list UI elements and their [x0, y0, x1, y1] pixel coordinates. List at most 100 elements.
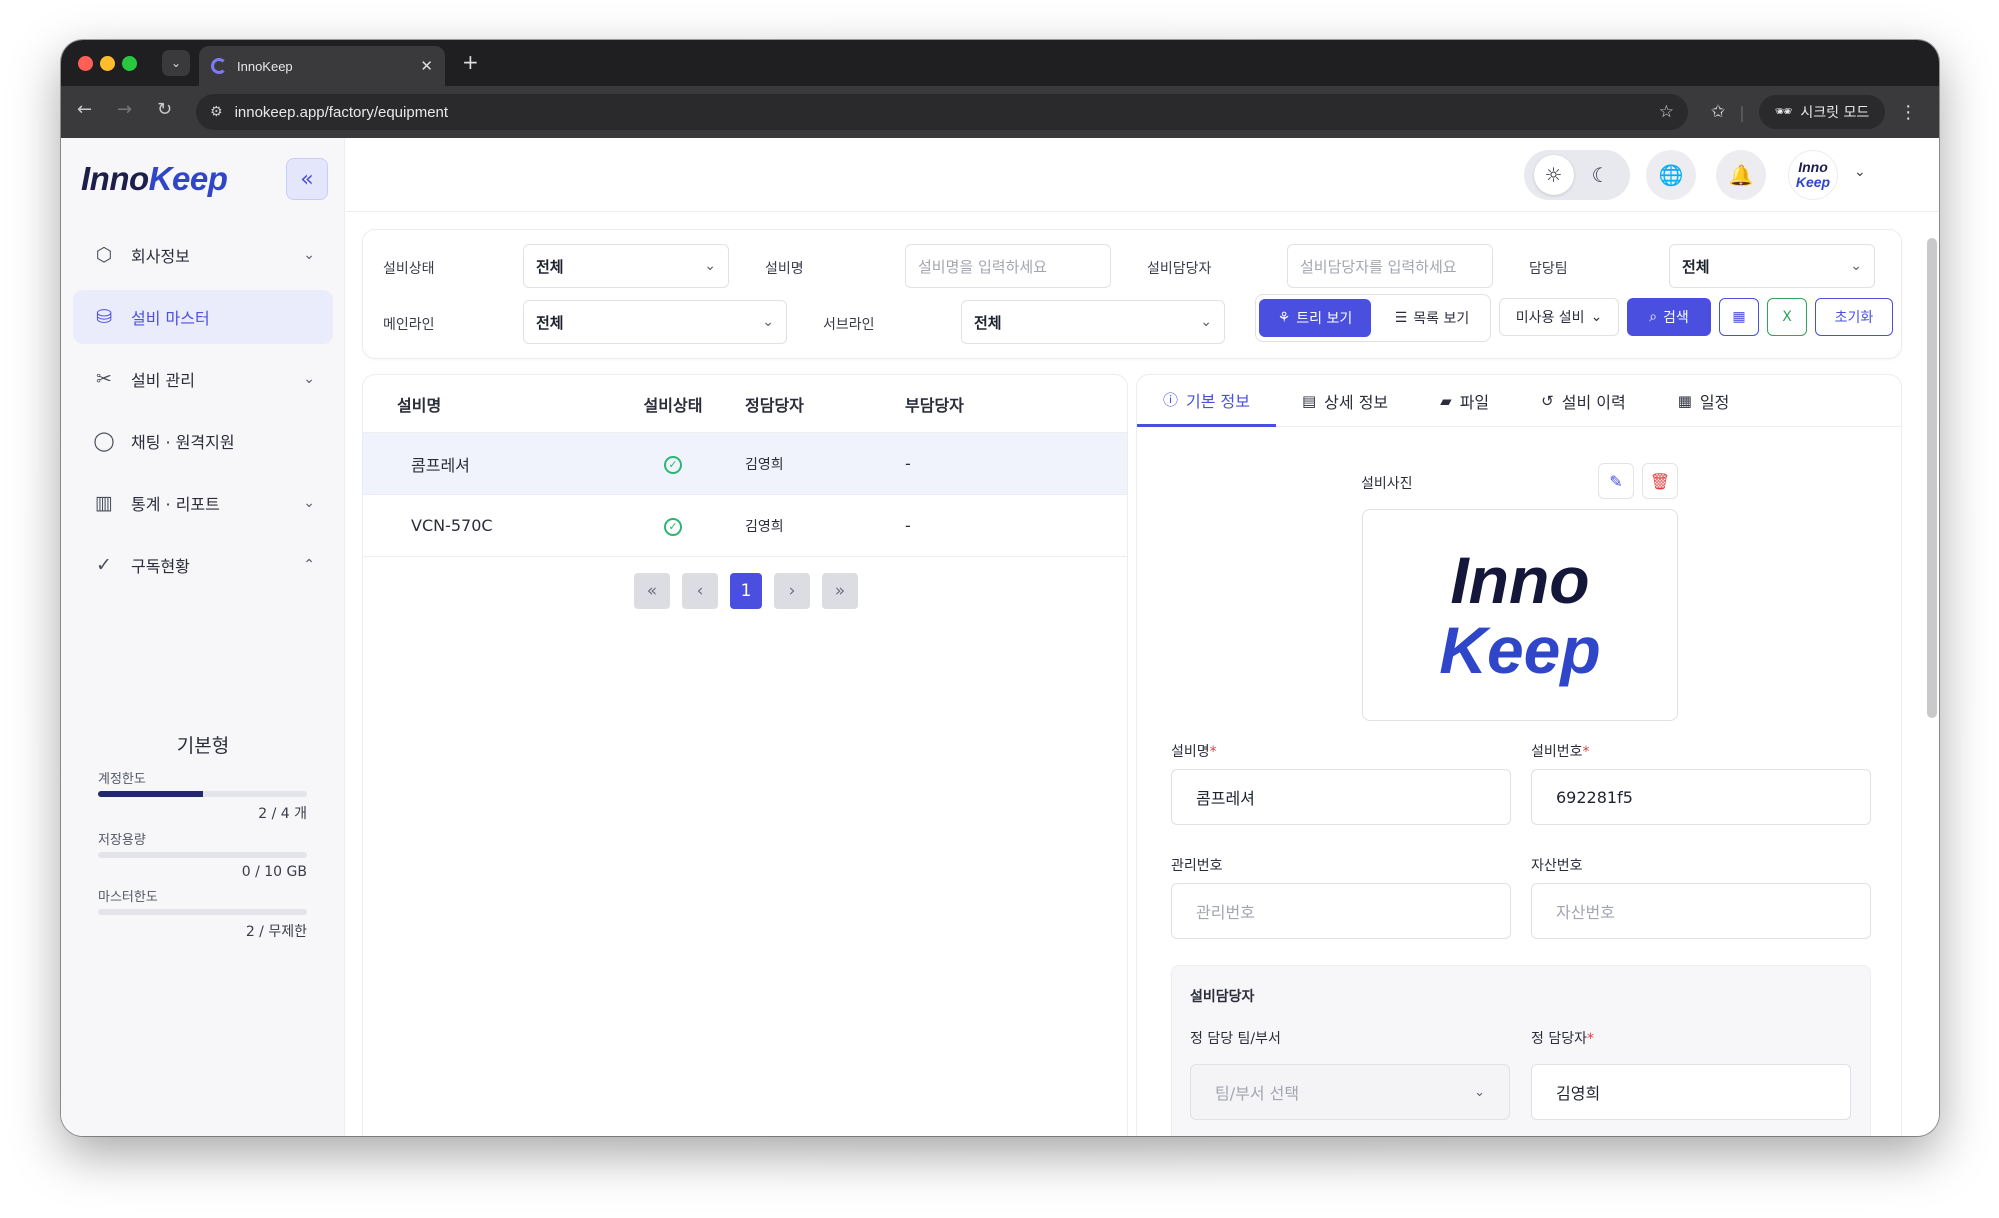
- mgmt-number-label: 관리번호: [1171, 858, 1223, 874]
- notification-bell-icon[interactable]: 🔔: [1716, 150, 1766, 200]
- sidebar-item-subscription[interactable]: ✓ 구독현황 ⌃: [73, 538, 333, 592]
- list-view-button[interactable]: ☰ 목록 보기: [1377, 299, 1487, 337]
- name-filter-label: 설비명: [765, 261, 804, 277]
- check-circle-icon: ✓: [96, 554, 112, 576]
- manager-name-input[interactable]: 설비담당자를 입력하세요: [1287, 244, 1493, 288]
- equipment-number-field[interactable]: 692281f5: [1531, 769, 1871, 825]
- plan-name: 기본형: [176, 735, 230, 757]
- team-select[interactable]: 전체 ⌄: [1669, 244, 1875, 288]
- quota-master: 마스터한도 2 / 무제한: [61, 886, 345, 941]
- column-header-primary[interactable]: 정담당자: [723, 392, 905, 416]
- subline-select[interactable]: 전체 ⌄: [961, 300, 1225, 344]
- reload-icon[interactable]: ↻: [157, 99, 172, 120]
- collapse-sidebar-button[interactable]: «: [286, 158, 328, 200]
- equipment-name-input[interactable]: 설비명을 입력하세요: [905, 244, 1111, 288]
- tab-files[interactable]: ▰ 파일: [1414, 375, 1515, 427]
- forward-icon[interactable]: →: [117, 99, 132, 120]
- new-tab-icon[interactable]: +: [462, 50, 479, 74]
- tools-icon: ✂: [96, 368, 112, 390]
- address-bar[interactable]: ⚙ innokeep.app/factory/equipment ☆: [196, 94, 1688, 130]
- tab-detail-info[interactable]: ▤ 상세 정보: [1276, 375, 1414, 427]
- trash-icon: 🗑: [1649, 471, 1671, 491]
- dark-mode-moon-icon[interactable]: ☾: [1581, 155, 1621, 195]
- maximize-window-button[interactable]: [122, 56, 137, 71]
- last-page-button[interactable]: »: [822, 573, 858, 609]
- incognito-icon: 🕶: [1774, 104, 1793, 120]
- prev-page-button[interactable]: ‹: [682, 573, 718, 609]
- quota-value: 0 / 10 GB: [241, 864, 307, 880]
- asset-number-field[interactable]: 자산번호: [1531, 883, 1871, 939]
- sidebar-item-company-info[interactable]: ⬡ 회사정보 ⌄: [73, 228, 333, 282]
- bookmarks-icon[interactable]: ✩: [1711, 102, 1725, 122]
- team-field-label: 정 담당 팀/부서: [1190, 1031, 1281, 1047]
- excel-export-button[interactable]: X: [1767, 298, 1807, 336]
- next-page-button[interactable]: ›: [774, 573, 810, 609]
- app-root: InnoKeep « ⬡ 회사정보 ⌄ ⛁ 설비 마스터 ✂ 설비 관리 ⌄ ◯…: [61, 138, 1939, 1136]
- team-department-select[interactable]: 팀/부서 선택 ⌄: [1190, 1064, 1510, 1120]
- primary-manager-field[interactable]: 김영희: [1531, 1064, 1851, 1120]
- table-row[interactable]: VCN-570C ✓ 김영희 -: [363, 495, 1127, 557]
- filter-panel: 설비상태 전체 ⌄ 설비명 설비명을 입력하세요 설비담당자 설비담당자를 입력하…: [363, 230, 1901, 358]
- cell-primary: 김영희: [745, 456, 784, 473]
- status-select[interactable]: 전체 ⌄: [523, 244, 729, 288]
- minimize-window-button[interactable]: [100, 56, 115, 71]
- chevron-down-icon: ⌄: [1590, 309, 1603, 325]
- search-icon: ⌕: [1649, 309, 1658, 325]
- browser-tab-active[interactable]: InnoKeep ✕: [199, 46, 445, 86]
- innokeep-logo[interactable]: InnoKeep: [81, 160, 228, 198]
- bar-chart-icon: ▥: [95, 492, 113, 514]
- edit-photo-button[interactable]: ✎: [1598, 463, 1634, 499]
- close-window-button[interactable]: [78, 56, 93, 71]
- quota-label: 마스터한도: [98, 890, 158, 905]
- sidebar-item-equipment-management[interactable]: ✂ 설비 관리 ⌄: [73, 352, 333, 406]
- sidebar-item-stats-report[interactable]: ▥ 통계 · 리포트 ⌄: [73, 476, 333, 530]
- search-button[interactable]: ⌕ 검색: [1627, 298, 1711, 336]
- quota-label: 계정한도: [98, 772, 146, 787]
- subline-filter-label: 서브라인: [823, 317, 875, 333]
- tree-view-button[interactable]: ⚘ 트리 보기: [1259, 299, 1371, 337]
- chevron-down-icon[interactable]: ⌄: [1854, 164, 1866, 180]
- back-icon[interactable]: ←: [77, 99, 92, 120]
- chevron-up-icon: ⌃: [303, 557, 315, 573]
- equipment-list: 설비명 설비상태 정담당자 부담당자 콤프레셔 ✓ 김영희 - VCN-570C…: [363, 375, 1127, 1136]
- equipment-name-field[interactable]: 콤프레셔: [1171, 769, 1511, 825]
- sidebar-item-label: 구독현황: [131, 557, 190, 576]
- mgmt-number-field[interactable]: 관리번호: [1171, 883, 1511, 939]
- tab-history[interactable]: ↺ 설비 이력: [1515, 375, 1652, 427]
- user-avatar[interactable]: Inno Keep: [1788, 150, 1838, 200]
- browser-menu-icon[interactable]: ⋮: [1899, 102, 1917, 123]
- close-tab-icon[interactable]: ✕: [420, 57, 433, 75]
- table-row[interactable]: 콤프레셔 ✓ 김영희 -: [363, 433, 1127, 495]
- delete-photo-button[interactable]: 🗑: [1642, 463, 1678, 499]
- mainline-select[interactable]: 전체 ⌄: [523, 300, 787, 344]
- language-globe-icon[interactable]: 🌐: [1646, 150, 1696, 200]
- tab-basic-info[interactable]: ⓘ 기본 정보: [1137, 375, 1276, 427]
- incognito-badge[interactable]: 🕶 시크릿 모드: [1758, 95, 1886, 129]
- page-scrollbar[interactable]: [1927, 238, 1937, 718]
- quota-value: 2 / 무제한: [245, 924, 307, 940]
- column-header-status[interactable]: 설비상태: [623, 392, 723, 416]
- incognito-label: 시크릿 모드: [1800, 105, 1870, 121]
- calendar-icon: ▦: [1677, 392, 1692, 410]
- site-settings-icon[interactable]: ⚙: [210, 104, 223, 120]
- cell-primary: 김영희: [745, 518, 784, 535]
- status-ok-check-icon: ✓: [664, 456, 682, 474]
- column-header-secondary[interactable]: 부담당자: [905, 392, 1127, 416]
- qr-code-icon: ▦: [1732, 309, 1746, 325]
- tab-schedule[interactable]: ▦ 일정: [1652, 375, 1756, 427]
- reset-button[interactable]: 초기화: [1815, 298, 1893, 336]
- tab-list-dropdown-icon[interactable]: ⌄: [162, 50, 190, 76]
- page-1-button[interactable]: 1: [730, 573, 762, 609]
- qr-code-button[interactable]: ▦: [1719, 298, 1759, 336]
- unused-equipment-dropdown[interactable]: 미사용 설비 ⌄: [1499, 298, 1619, 336]
- column-header-name[interactable]: 설비명: [363, 392, 623, 416]
- first-page-button[interactable]: «: [634, 573, 670, 609]
- quota-value: 2 / 4 개: [258, 806, 307, 822]
- sidebar-item-chat-support[interactable]: ◯ 채팅 · 원격지원: [73, 414, 333, 468]
- bookmark-star-icon[interactable]: ☆: [1659, 102, 1674, 122]
- chevron-down-icon: ⌄: [303, 371, 315, 387]
- sidebar-item-equipment-master[interactable]: ⛁ 설비 마스터: [73, 290, 333, 344]
- browser-tab-title: InnoKeep: [237, 58, 293, 74]
- light-mode-sun-icon[interactable]: ☼: [1533, 155, 1574, 195]
- status-ok-check-icon: ✓: [664, 518, 682, 536]
